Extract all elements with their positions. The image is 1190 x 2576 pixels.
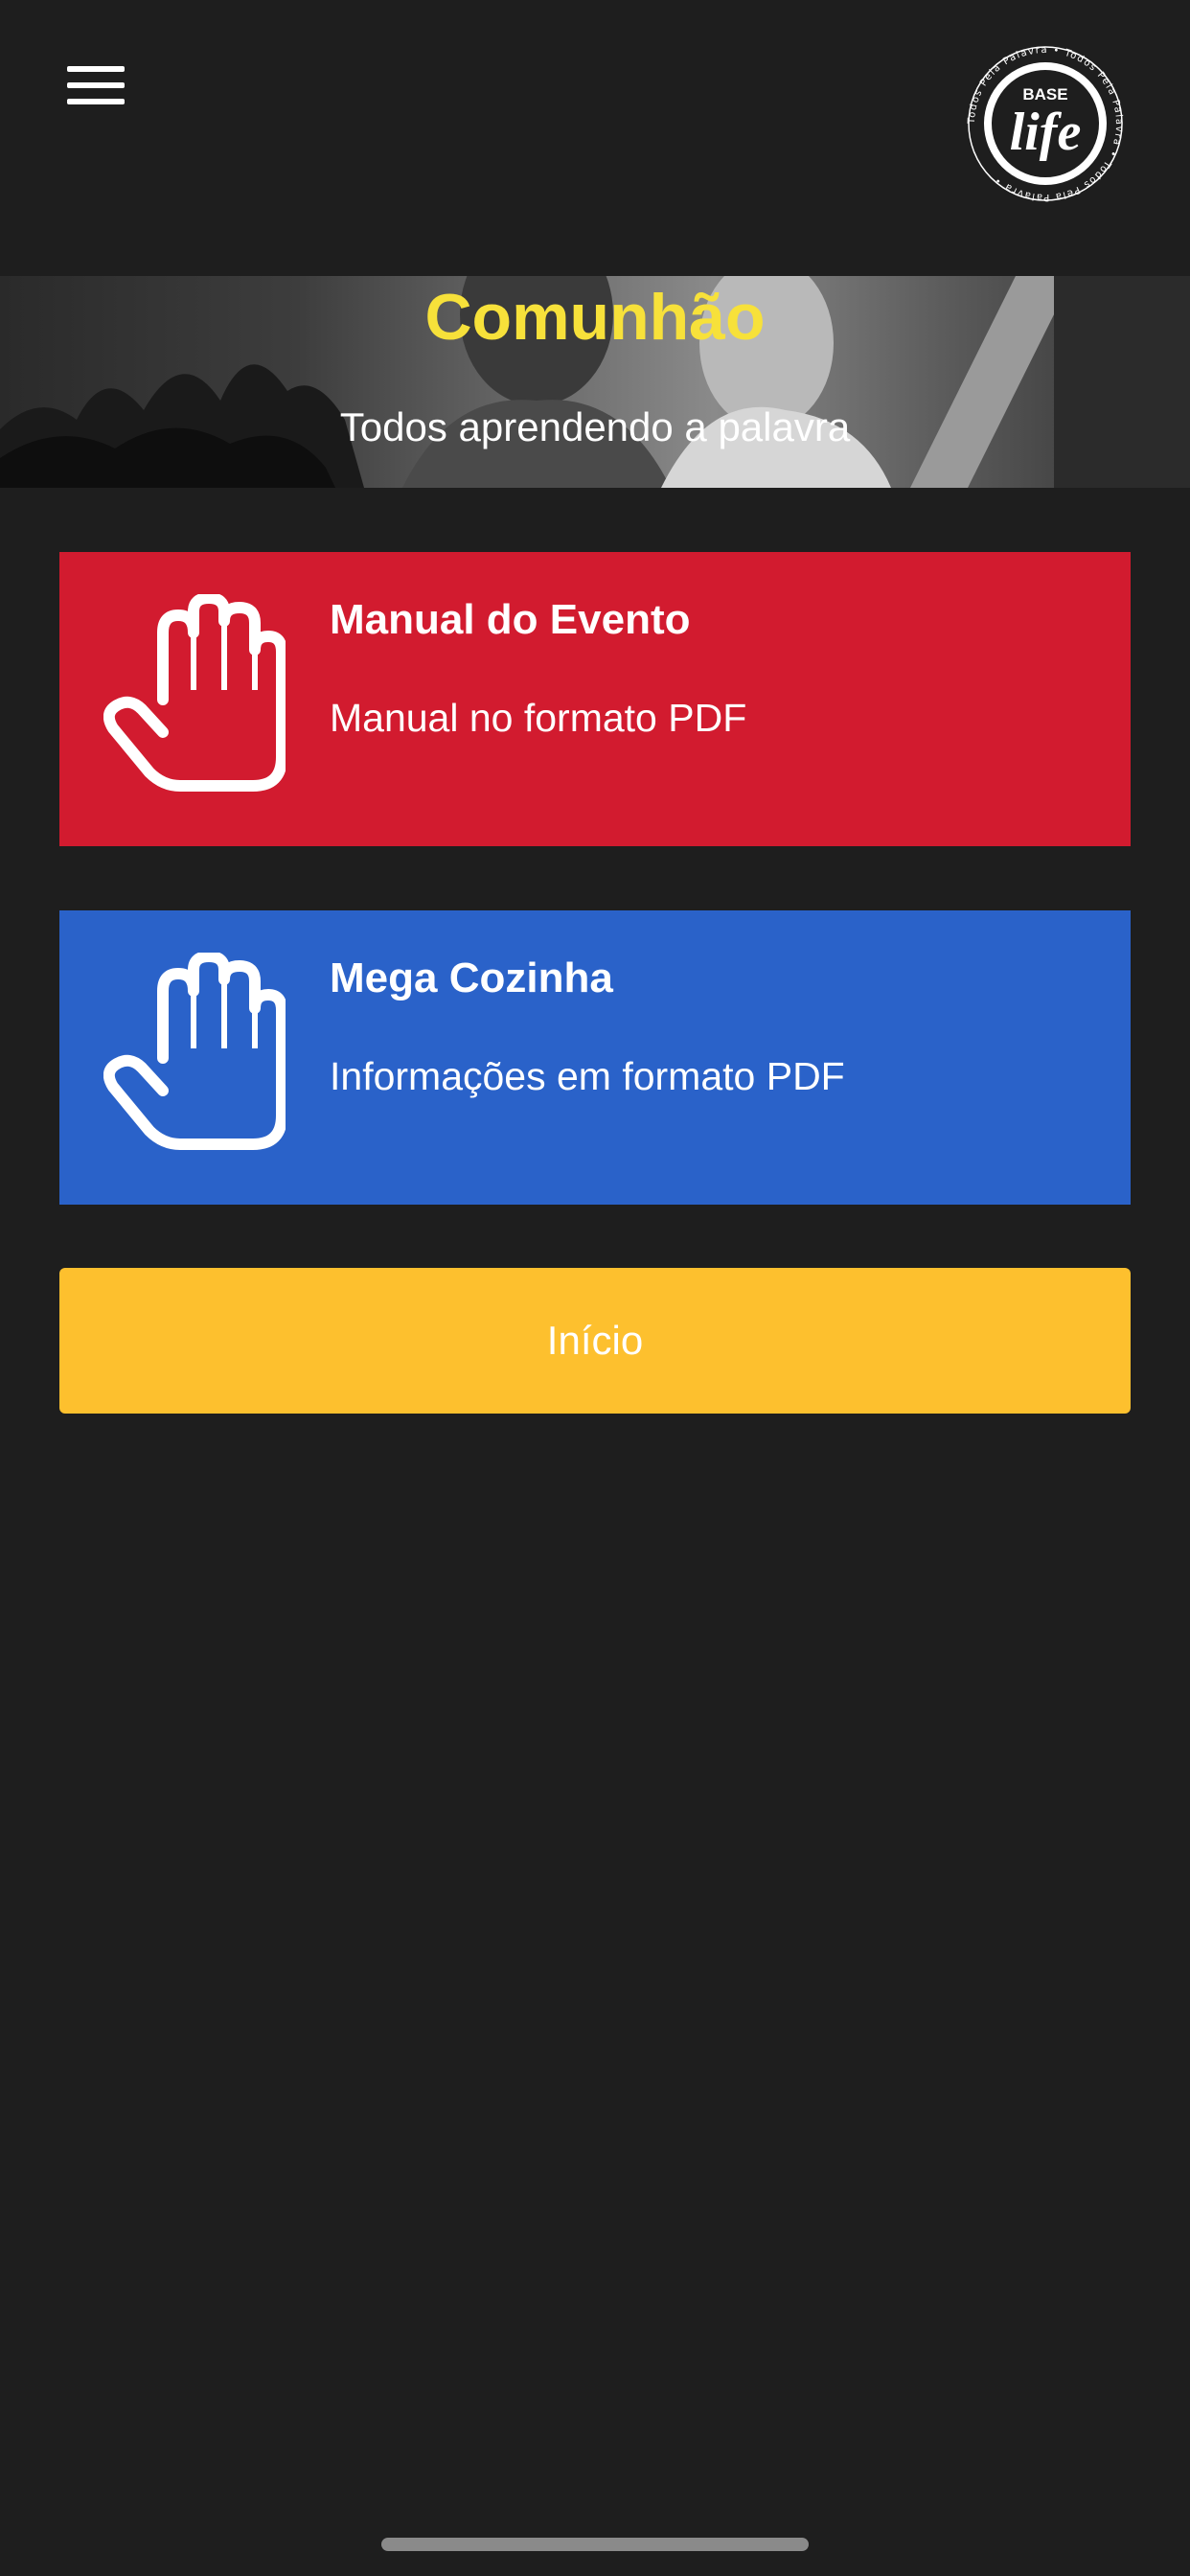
card-description: Informações em formato PDF: [330, 1054, 845, 1098]
hamburger-menu-icon[interactable]: [59, 59, 136, 115]
hand-icon: [103, 953, 286, 1150]
start-button[interactable]: Início: [59, 1268, 1131, 1414]
card-title: Manual do Evento: [330, 596, 691, 643]
card-manual-do-evento[interactable]: Manual do Evento Manual no formato PDF: [59, 552, 1131, 846]
page-title: Comunhão: [424, 281, 766, 354]
base-life-logo: Todos Pela Palavra • Todos Pela Palavra …: [967, 45, 1123, 202]
hand-icon: [103, 594, 286, 792]
home-indicator[interactable]: [381, 2538, 809, 2551]
svg-text:life: life: [1010, 103, 1082, 162]
app-screen: Todos Pela Palavra • Todos Pela Palavra …: [0, 0, 1190, 2576]
page-subtitle: Todos aprendendo a palavra: [339, 404, 851, 449]
top-bar: Todos Pela Palavra • Todos Pela Palavra …: [0, 0, 1190, 276]
card-mega-cozinha[interactable]: Mega Cozinha Informações em formato PDF: [59, 910, 1131, 1205]
card-title: Mega Cozinha: [330, 954, 613, 1001]
hero-banner: Comunhão Todos aprendendo a palavra: [0, 276, 1190, 488]
svg-text:BASE: BASE: [1022, 85, 1067, 104]
card-description: Manual no formato PDF: [330, 696, 747, 740]
